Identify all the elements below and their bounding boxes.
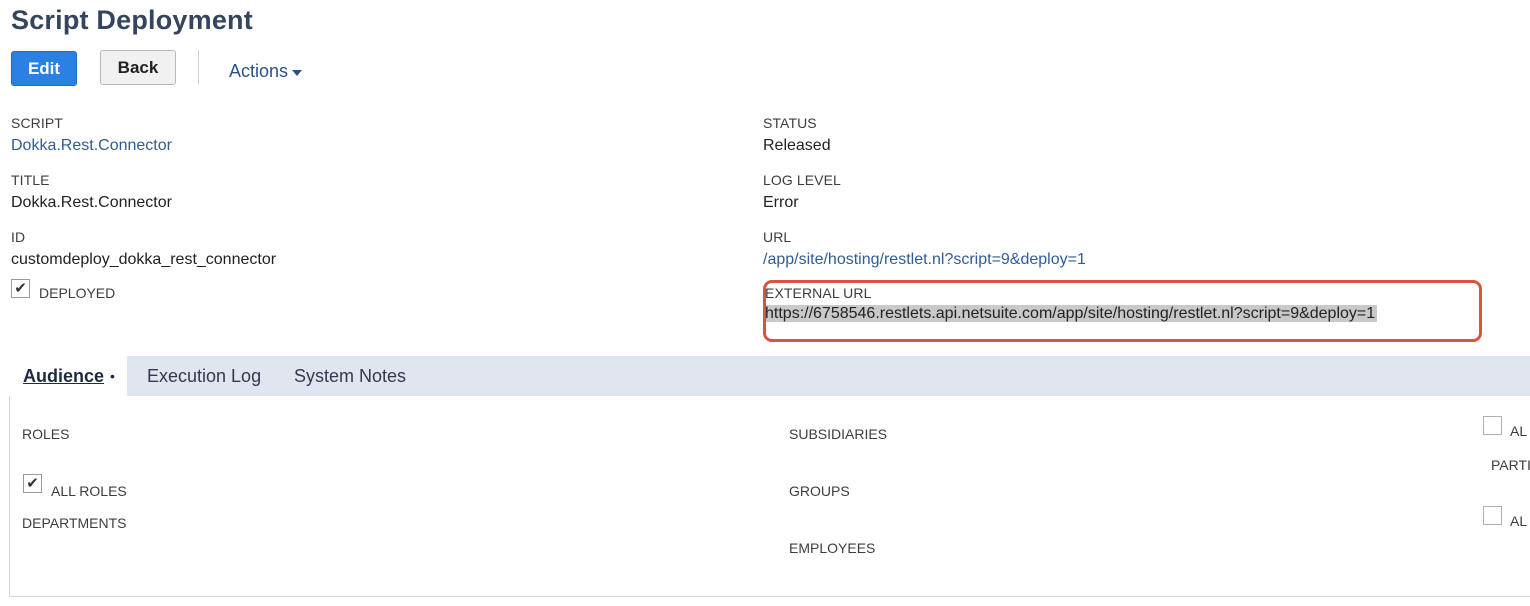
external-url-highlight (763, 280, 1482, 342)
all-partners-label: AL (1510, 513, 1528, 529)
id-value: customdeploy_dokka_rest_connector (11, 251, 277, 268)
deployed-checkbox[interactable]: ✔ (11, 279, 30, 298)
tab-execution-log[interactable]: Execution Log (147, 356, 261, 396)
url-label: URL (763, 229, 792, 245)
employees-label: EMPLOYEES (789, 540, 876, 556)
deployed-label: DEPLOYED (39, 285, 116, 301)
tab-audience-label: Audience (23, 365, 105, 386)
tab-system-notes[interactable]: System Notes (294, 356, 406, 396)
subsidiaries-label: SUBSIDIARIES (789, 426, 888, 442)
tab-audience[interactable]: Audience • (9, 356, 127, 396)
tab-system-notes-label: System Notes (294, 365, 407, 386)
all-roles-checkbox[interactable]: ✔ (23, 474, 42, 493)
status-label: STATUS (763, 115, 817, 131)
log-level-label: LOG LEVEL (763, 172, 841, 188)
caret-down-icon (292, 70, 303, 76)
checkmark-icon: ✔ (14, 280, 27, 297)
script-link[interactable]: Dokka.Rest.Connector (11, 137, 172, 155)
log-level-value: Error (763, 194, 799, 211)
departments-label: DEPARTMENTS (22, 515, 127, 531)
title-value: Dokka.Rest.Connector (11, 194, 172, 211)
tab-audience-marker: • (110, 368, 115, 384)
audience-panel: ROLES ✔ ALL ROLES DEPARTMENTS SUBSIDIARI… (9, 396, 1530, 597)
url-link[interactable]: /app/site/hosting/restlet.nl?script=9&de… (763, 251, 1086, 269)
title-label: TITLE (11, 172, 50, 188)
page-title: Script Deployment (11, 5, 253, 35)
tab-execution-log-label: Execution Log (147, 365, 262, 386)
url-field: URL /app/site/hosting/restlet.nl?script=… (763, 229, 1086, 269)
edit-button[interactable]: Edit (11, 51, 77, 86)
actions-label: Actions (229, 61, 289, 81)
title-field: TITLE Dokka.Rest.Connector (11, 172, 172, 212)
all-roles-label: ALL ROLES (51, 483, 127, 499)
actions-menu[interactable]: Actions (229, 61, 303, 82)
script-label: SCRIPT (11, 115, 63, 131)
id-label: ID (11, 229, 26, 245)
id-field: ID customdeploy_dokka_rest_connector (11, 229, 276, 269)
all-subsidiaries-checkbox[interactable] (1483, 416, 1502, 435)
toolbar-divider (198, 50, 199, 84)
all-partners-checkbox[interactable] (1483, 506, 1502, 525)
subtab-bar: Audience • Execution Log System Notes (9, 356, 1530, 396)
status-field: STATUS Released (763, 115, 831, 155)
all-subsidiaries-label: AL (1510, 423, 1528, 439)
log-level-field: LOG LEVEL Error (763, 172, 841, 212)
status-value: Released (763, 137, 831, 154)
groups-label: GROUPS (789, 483, 850, 499)
checkmark-icon: ✔ (26, 475, 39, 492)
roles-label: ROLES (22, 426, 70, 442)
back-button[interactable]: Back (100, 50, 176, 85)
script-field: SCRIPT Dokka.Rest.Connector (11, 115, 172, 155)
partners-label: PARTI (1491, 457, 1530, 473)
